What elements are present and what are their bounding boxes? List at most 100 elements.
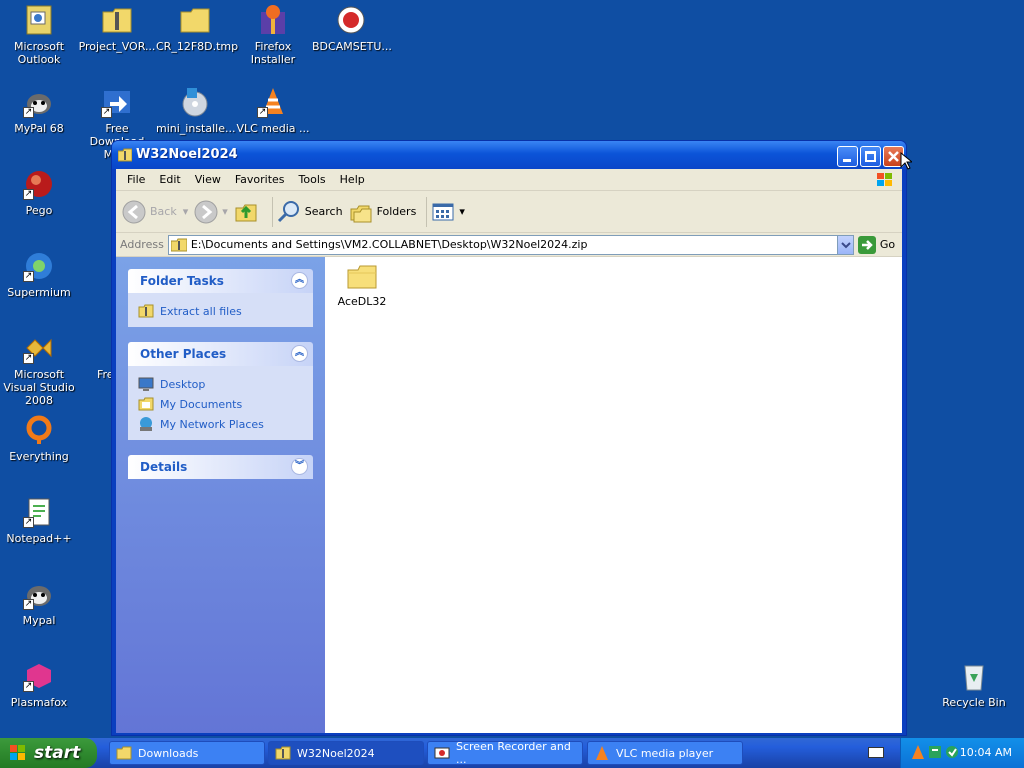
other-places-header[interactable]: Other Places ︽ [128, 342, 313, 366]
go-arrow-icon [857, 235, 876, 254]
keyboard-icon[interactable] [868, 747, 884, 758]
address-input[interactable]: E:\Documents and Settings\VM2.COLLABNET\… [167, 234, 854, 255]
menu-view[interactable]: View [188, 173, 228, 186]
desktop-icon-cr-tmp[interactable]: CR_12F8D.tmp [156, 4, 238, 53]
start-label: start [34, 743, 81, 763]
desktop-icon-project-vor[interactable]: Project_VOR... [78, 4, 156, 53]
menu-file[interactable]: File [120, 173, 152, 186]
desktop-icon-notepadpp[interactable]: ↗ Notepad++ [0, 496, 78, 545]
download-manager-icon: ↗ [101, 86, 133, 118]
desktop-icon-bdcam[interactable]: BDCAMSETU... [312, 4, 392, 53]
taskbar-button-label: Downloads [138, 746, 199, 760]
supermium-icon: ↗ [23, 250, 55, 282]
expand-chevron-icon[interactable]: ︾ [291, 458, 308, 475]
desktop-icon-label: Recycle Bin [942, 696, 1006, 709]
go-label: Go [879, 238, 896, 251]
desktop-icon-label: Project_VOR... [78, 40, 156, 53]
place-my-documents[interactable]: My Documents [138, 394, 313, 414]
back-arrow-icon [122, 200, 146, 224]
dropdown-arrow-icon: ▾ [459, 205, 465, 218]
shortcut-arrow-icon: ↗ [23, 107, 34, 118]
taskbar-button-label: W32Noel2024 [297, 746, 375, 760]
folder-name: AceDL32 [337, 295, 387, 308]
views-icon [431, 200, 455, 224]
desktop-icon-label: Notepad++ [6, 532, 72, 545]
place-my-network-places[interactable]: My Network Places [138, 414, 313, 434]
collapse-chevron-icon[interactable]: ︽ [291, 345, 308, 362]
raccoon-icon: ↗ [23, 86, 55, 118]
menu-tools[interactable]: Tools [292, 173, 333, 186]
search-icon [277, 200, 301, 224]
vlc-tray-icon[interactable] [911, 745, 925, 759]
desktop-icon-label: Supermium [7, 286, 71, 299]
address-bar: Address E:\Documents and Settings\VM2.CO… [116, 233, 902, 257]
extract-zip-icon [138, 303, 154, 319]
task-label: Extract all files [160, 304, 242, 318]
desktop-icon-visual-studio[interactable]: ↗ Microsoft Visual Studio 2008 [0, 332, 78, 407]
folders-label: Folders [376, 205, 417, 218]
desktop-icon-label: Microsoft Visual Studio 2008 [3, 368, 75, 407]
app-tray-icon[interactable] [928, 745, 942, 759]
shortcut-arrow-icon: ↗ [23, 517, 34, 528]
address-dropdown-button[interactable] [836, 235, 853, 254]
up-folder-button[interactable] [234, 200, 262, 224]
minimize-button[interactable] [837, 146, 858, 167]
collapse-chevron-icon[interactable]: ︽ [291, 272, 308, 289]
folder-tasks-header[interactable]: Folder Tasks ︽ [128, 269, 313, 293]
task-pane: Folder Tasks ︽ Extract all files Other P… [116, 257, 325, 733]
desktop-icon-outlook[interactable]: Microsoft Outlook [0, 4, 78, 66]
desktop-icon-firefox-installer[interactable]: Firefox Installer [234, 4, 312, 66]
views-button[interactable]: ▾ [431, 200, 465, 224]
desktop-icon-label: Pego [25, 204, 53, 217]
task-extract-all-files[interactable]: Extract all files [138, 301, 313, 321]
go-button[interactable]: Go [857, 235, 896, 254]
folders-icon [349, 200, 373, 224]
clock[interactable]: 10:04 AM [960, 746, 1012, 759]
taskbar-button-screen-recorder[interactable]: Screen Recorder and ... [427, 740, 583, 766]
other-places-panel: Other Places ︽ Desktop My Documents My N… [128, 342, 313, 440]
zip-folder-icon [117, 148, 133, 162]
network-places-icon [138, 416, 154, 432]
back-button[interactable]: Back ▾ [122, 200, 188, 224]
up-folder-icon [234, 200, 258, 224]
panel-title: Folder Tasks [140, 274, 224, 288]
menu-edit[interactable]: Edit [152, 173, 187, 186]
start-button[interactable]: start [0, 738, 97, 768]
desktop-icon-vlc[interactable]: ↗ VLC media ... [234, 86, 312, 135]
desktop-icon-mypal68[interactable]: ↗ MyPal 68 [0, 86, 78, 135]
place-desktop[interactable]: Desktop [138, 374, 313, 394]
folders-button[interactable]: Folders [349, 200, 417, 224]
menu-favorites[interactable]: Favorites [228, 173, 292, 186]
search-label: Search [304, 205, 343, 218]
desktop-icon-label: Mypal [22, 614, 56, 627]
maximize-button[interactable] [860, 146, 881, 167]
desktop-icon-pego[interactable]: ↗ Pego [0, 168, 78, 217]
folder-item-acedl32[interactable]: AceDL32 [337, 265, 387, 308]
vlc-cone-icon: ↗ [257, 86, 289, 118]
taskbar-button-downloads[interactable]: Downloads [109, 741, 265, 765]
taskbar-button-vlc[interactable]: VLC media player [587, 741, 743, 765]
chevron-down-icon [841, 241, 851, 248]
forward-button[interactable]: ▾ [194, 200, 228, 224]
panel-title: Details [140, 460, 188, 474]
zip-folder-icon [275, 745, 291, 761]
sync-tray-icon[interactable] [945, 745, 959, 759]
details-header[interactable]: Details ︾ [128, 455, 313, 479]
minimize-icon [843, 159, 851, 162]
address-label: Address [120, 238, 164, 251]
desktop-icon-everything[interactable]: Everything [0, 414, 78, 463]
desktop-icon [138, 376, 154, 392]
menu-help[interactable]: Help [333, 173, 372, 186]
desktop-icon-supermium[interactable]: ↗ Supermium [0, 250, 78, 299]
windows-logo-icon [874, 170, 896, 190]
desktop-icon-mini-installer[interactable]: mini_installe... [156, 86, 235, 135]
plasmafox-icon: ↗ [23, 660, 55, 692]
window-titlebar[interactable]: W32Noel2024 [112, 141, 906, 169]
search-button[interactable]: Search [277, 200, 343, 224]
window-title: W32Noel2024 [136, 147, 238, 162]
place-label: My Network Places [160, 417, 264, 431]
taskbar-button-w32noel2024[interactable]: W32Noel2024 [268, 741, 424, 765]
desktop-icon-recycle-bin[interactable]: Recycle Bin [935, 660, 1013, 709]
desktop-icon-plasmafox[interactable]: ↗ Plasmafox [0, 660, 78, 709]
desktop-icon-mypal[interactable]: ↗ Mypal [0, 578, 78, 627]
